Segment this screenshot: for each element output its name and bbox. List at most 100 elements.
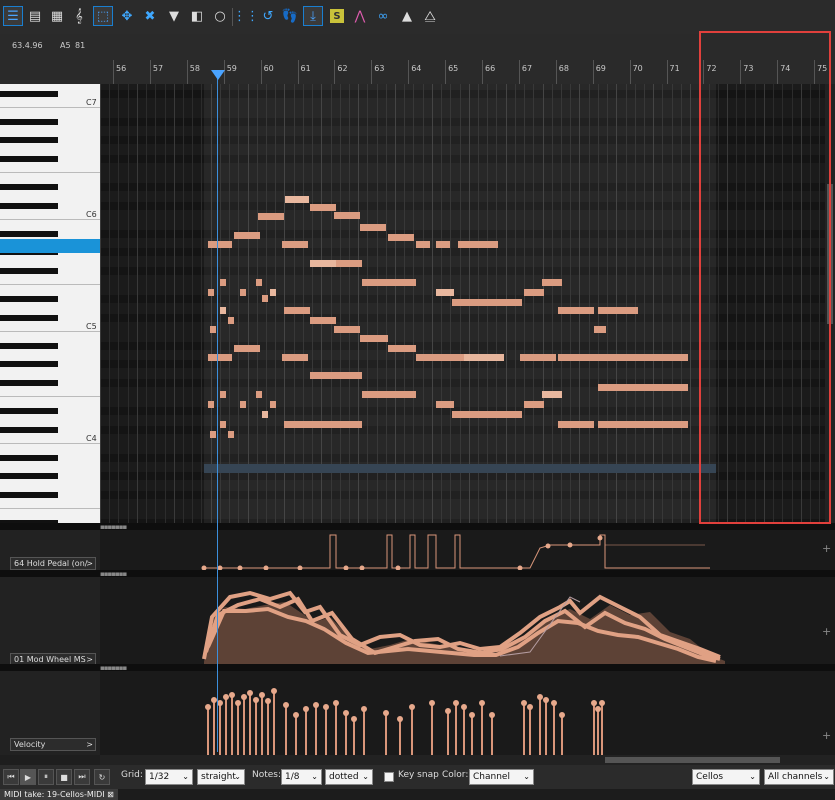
black-key[interactable] bbox=[0, 267, 58, 274]
velocity-handle[interactable] bbox=[543, 697, 549, 703]
peak-icon[interactable]: ⋀ bbox=[350, 6, 370, 26]
velocity-handle[interactable] bbox=[537, 694, 543, 700]
black-key[interactable] bbox=[0, 454, 58, 461]
velocity-handle[interactable] bbox=[559, 712, 565, 718]
undo-loop-icon[interactable]: ↺ bbox=[258, 6, 278, 26]
grid-type-select[interactable]: straight ⌄ bbox=[197, 769, 245, 785]
velocity-handle[interactable] bbox=[333, 700, 339, 706]
black-key[interactable] bbox=[0, 183, 58, 190]
velocity-handle[interactable] bbox=[383, 710, 389, 716]
hold-pedal-lane[interactable]: 64 Hold Pedal (on/> + bbox=[0, 530, 835, 570]
velocity-handle[interactable] bbox=[551, 700, 557, 706]
velocity-handle[interactable] bbox=[205, 704, 211, 710]
black-key[interactable] bbox=[0, 314, 58, 321]
black-key[interactable] bbox=[0, 155, 58, 162]
black-key[interactable] bbox=[0, 361, 58, 368]
velocity-handle[interactable] bbox=[489, 712, 495, 718]
color-select[interactable]: Channel ⌄ bbox=[469, 769, 534, 785]
velocity-handle[interactable] bbox=[527, 704, 533, 710]
velocity-handle[interactable] bbox=[259, 692, 265, 698]
grid-select[interactable]: 1/32 ⌄ bbox=[145, 769, 193, 785]
black-key[interactable] bbox=[0, 426, 58, 433]
rewind-icon[interactable]: ⏮ bbox=[3, 769, 19, 785]
velocity-handle[interactable] bbox=[397, 716, 403, 722]
foot-icon[interactable]: 👣 bbox=[280, 6, 300, 26]
zoom-icon[interactable]: ○ bbox=[210, 6, 230, 26]
velocity-handle[interactable] bbox=[453, 700, 459, 706]
playhead-line[interactable] bbox=[217, 72, 218, 752]
select-notes-icon[interactable]: ⬚ bbox=[93, 6, 113, 26]
velocity-handle[interactable] bbox=[521, 700, 527, 706]
import-icon[interactable]: ⤓ bbox=[303, 6, 323, 26]
grid-dots-icon[interactable]: ⋮⋮ bbox=[233, 6, 259, 26]
play-icon[interactable]: ▶ bbox=[20, 769, 36, 785]
velocity-handle[interactable] bbox=[479, 700, 485, 706]
black-key[interactable] bbox=[0, 202, 58, 209]
list-view-icon[interactable]: ▤ bbox=[25, 6, 45, 26]
lane-select-velocity[interactable]: Velocity > bbox=[10, 738, 96, 751]
velocity-handle[interactable] bbox=[599, 700, 605, 706]
lane-select-hold-pedal[interactable]: 64 Hold Pedal (on/> bbox=[10, 557, 96, 570]
key-snap-checkbox[interactable] bbox=[384, 772, 394, 782]
velocity-handle[interactable] bbox=[313, 702, 319, 708]
black-key[interactable] bbox=[0, 491, 58, 498]
velocity-handle[interactable] bbox=[247, 690, 253, 696]
notes-type-select[interactable]: dotted ⌄ bbox=[325, 769, 373, 785]
velocity-handle[interactable] bbox=[253, 697, 259, 703]
curve-icon[interactable]: ∞ bbox=[373, 6, 393, 26]
velocity-handle[interactable] bbox=[223, 694, 229, 700]
grid-view-icon[interactable]: ▦ bbox=[47, 6, 67, 26]
playhead-marker-icon[interactable] bbox=[211, 70, 225, 80]
velocity-handle[interactable] bbox=[461, 704, 467, 710]
track-select[interactable]: Cellos ⌄ bbox=[692, 769, 760, 785]
treble-clef-icon[interactable]: 𝄞 bbox=[69, 6, 89, 26]
velocity-handle[interactable] bbox=[429, 700, 435, 706]
velocity-handle[interactable] bbox=[595, 706, 601, 712]
erase-icon[interactable]: ✖ bbox=[140, 6, 160, 26]
velocity-handle[interactable] bbox=[343, 710, 349, 716]
solo-s-icon[interactable]: S bbox=[330, 9, 344, 23]
snap-window-icon[interactable]: ◧ bbox=[187, 6, 207, 26]
velocity-handle[interactable] bbox=[271, 688, 277, 694]
selected-key[interactable] bbox=[0, 239, 100, 253]
loop-icon[interactable]: ↻ bbox=[94, 769, 110, 785]
triangle-icon[interactable]: ▲ bbox=[397, 6, 417, 26]
velocity-handle[interactable] bbox=[235, 700, 241, 706]
piano-keyboard[interactable]: C7 C6 C5 C4 bbox=[0, 84, 100, 530]
velocity-handle[interactable] bbox=[445, 708, 451, 714]
channel-select[interactable]: All channels ⌄ bbox=[764, 769, 834, 785]
piano-roll-view-icon[interactable]: ☰ bbox=[3, 6, 23, 26]
velocity-handle[interactable] bbox=[303, 706, 309, 712]
velocity-handle[interactable] bbox=[591, 700, 597, 706]
velocity-handle[interactable] bbox=[265, 698, 271, 704]
forward-icon[interactable]: ⏭ bbox=[74, 769, 90, 785]
velocity-handle[interactable] bbox=[469, 712, 475, 718]
mod-wheel-lane[interactable]: 01 Mod Wheel MS > + bbox=[0, 577, 835, 666]
velocity-handle[interactable] bbox=[351, 716, 357, 722]
filter-icon[interactable]: ▼ bbox=[164, 6, 184, 26]
black-key[interactable] bbox=[0, 342, 58, 349]
black-key[interactable] bbox=[0, 90, 58, 97]
black-key[interactable] bbox=[0, 295, 58, 302]
velocity-handle[interactable] bbox=[241, 694, 247, 700]
velocity-handle[interactable] bbox=[229, 692, 235, 698]
pause-icon[interactable]: ⏸ bbox=[38, 769, 54, 785]
velocity-handle[interactable] bbox=[323, 704, 329, 710]
black-key[interactable] bbox=[0, 118, 58, 125]
black-key[interactable] bbox=[0, 379, 58, 386]
black-key[interactable] bbox=[0, 137, 58, 144]
velocity-handle[interactable] bbox=[361, 706, 367, 712]
double-triangle-icon[interactable]: ⧋ bbox=[420, 6, 440, 26]
velocity-lane[interactable]: Velocity > + bbox=[0, 671, 835, 755]
stop-icon[interactable]: ■ bbox=[56, 769, 72, 785]
black-key[interactable] bbox=[0, 230, 58, 237]
velocity-handle[interactable] bbox=[293, 712, 299, 718]
close-icon[interactable]: ⊠ bbox=[107, 790, 114, 799]
midi-take-tab[interactable]: MIDI take: 19-Cellos-MIDI ⊠ bbox=[0, 789, 118, 800]
move-icon[interactable]: ✥ bbox=[117, 6, 137, 26]
horizontal-scrollbar[interactable] bbox=[100, 755, 835, 765]
black-key[interactable] bbox=[0, 473, 58, 480]
velocity-handle[interactable] bbox=[283, 702, 289, 708]
black-key[interactable] bbox=[0, 407, 58, 414]
velocity-handle[interactable] bbox=[409, 704, 415, 710]
